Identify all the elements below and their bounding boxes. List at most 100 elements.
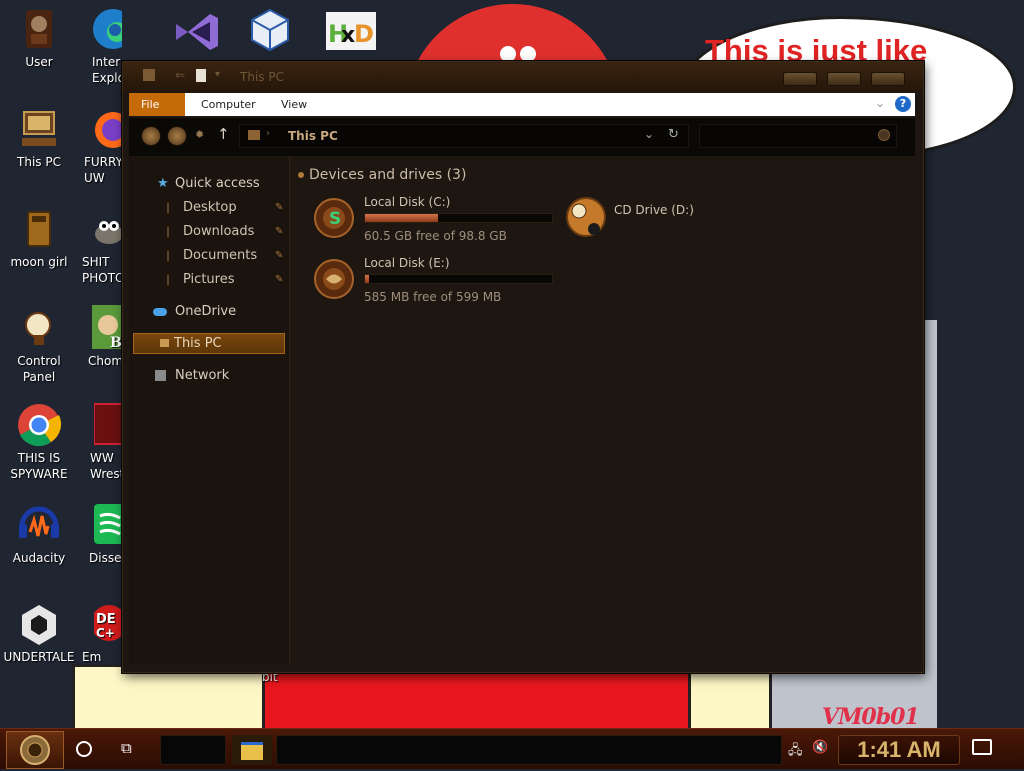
desktop-icon-disser[interactable]: Disser [78, 502, 122, 566]
desktop-icon-undertale[interactable]: UNDERTALE [0, 601, 78, 665]
drive-free-space: 60.5 GB free of 98.8 GB [364, 229, 507, 243]
back-button[interactable] [141, 126, 161, 146]
svg-text:B: B [110, 335, 122, 351]
sidebar-item-this-pc[interactable]: This PC [133, 333, 285, 354]
desktop-icon-this-is-spyware[interactable]: THIS IS SPYWARE [0, 402, 78, 482]
computer-icon [160, 339, 169, 347]
svg-text:DE: DE [96, 612, 116, 627]
sidebar-item-label: OneDrive [175, 304, 237, 319]
up-arrow-icon[interactable]: ↑ [217, 125, 230, 143]
sidebar-item-desktop[interactable]: Desktop ✎ [129, 197, 289, 219]
new-file-icon[interactable] [196, 69, 206, 82]
desktop-icon-shit-photo[interactable]: SHIT PHOTO [78, 206, 122, 286]
pin-icon[interactable]: ✎ [275, 245, 283, 267]
drive-item-e[interactable]: Local Disk (E:) 585 MB free of 599 MB [310, 256, 560, 306]
desktop-icon-moon-girl[interactable]: moon girl [0, 206, 78, 270]
ribbon-bar: File Computer View ⌄ ? [129, 93, 915, 116]
pin-icon[interactable]: ✎ [275, 197, 283, 219]
search-input[interactable] [699, 124, 897, 148]
hxd-editor-icon[interactable]: HxD [326, 12, 376, 50]
taskbar-clock[interactable]: 1:41 AM [838, 735, 960, 765]
user-folder-icon [26, 10, 52, 48]
pin-icon[interactable]: ✎ [275, 221, 283, 243]
computer-icon [22, 111, 56, 146]
sidebar-item-label: Network [175, 368, 230, 383]
task-view-icon[interactable]: ⧉ [121, 739, 132, 757]
tab-file[interactable]: File [129, 93, 185, 116]
action-center-icon[interactable] [972, 739, 992, 755]
desktop-icon-chomik[interactable]: B Chomik [78, 305, 122, 369]
cloud-icon [153, 308, 167, 316]
sidebar-item-network[interactable]: Network [129, 365, 289, 387]
search-icon[interactable] [878, 129, 890, 141]
visual-studio-icon[interactable] [170, 8, 222, 56]
svg-text:D: D [354, 20, 374, 48]
customize-toolbar-icon[interactable]: ▾ [215, 69, 220, 80]
control-panel-icon [25, 312, 51, 345]
sidebar-item-label: Quick access [175, 176, 260, 191]
close-button[interactable] [871, 72, 905, 86]
pin-icon[interactable]: ✎ [275, 269, 283, 291]
folder-icon [27, 211, 51, 247]
recent-locations-icon[interactable]: ✹ [195, 128, 204, 141]
sidebar-item-onedrive[interactable]: OneDrive [129, 301, 289, 323]
minimize-button[interactable] [783, 72, 817, 86]
drive-item-c[interactable]: S Local Disk (C:) 60.5 GB free of 98.8 G… [310, 195, 560, 245]
desktop-icon-label: Audacity [12, 551, 66, 565]
desktop-icon-label: moon girl [10, 255, 68, 269]
file-explorer-window: ⇐ ▾ This PC File Computer View ⌄ ? ✹ ↑ ›… [122, 61, 924, 673]
desktop-icon-label: Em [82, 650, 102, 664]
start-button[interactable] [6, 731, 64, 769]
window-title: This PC [240, 70, 284, 84]
expand-ribbon-chevron-icon[interactable]: ⌄ [875, 96, 885, 110]
desktop-icon-label: WW Wrest [90, 451, 122, 481]
tab-view[interactable]: View [269, 93, 319, 116]
address-dropdown-chevron-icon[interactable]: ⌄ [644, 127, 654, 141]
help-icon[interactable]: ? [895, 96, 911, 112]
spotify-icon [94, 504, 122, 544]
refresh-icon[interactable]: ↻ [668, 127, 679, 142]
wallpaper-eye [520, 46, 536, 62]
desktop-icon-control-panel[interactable]: Control Panel [0, 305, 78, 385]
title-bar[interactable]: ⇐ ▾ This PC [123, 62, 923, 92]
sidebar-item-quick-access[interactable]: ★ Quick access [129, 173, 289, 195]
navigation-bar: ✹ ↑ › This PC ⌄ ↻ [129, 118, 915, 156]
desktop-icon-wrestling[interactable]: WW Wrest [78, 402, 122, 482]
sidebar-item-downloads[interactable]: Downloads ✎ [129, 221, 289, 243]
desktop-icon-internet-explorer[interactable]: Inter Explo [78, 6, 122, 86]
sidebar-item-pictures[interactable]: Pictures ✎ [129, 269, 289, 291]
desktop-icon-audacity[interactable]: Audacity [0, 502, 78, 566]
desktop-icon-label: FURRY UW [84, 155, 122, 185]
sidebar-item-label: Pictures [183, 272, 235, 287]
desktop-icon-this-pc[interactable]: This PC [0, 106, 78, 170]
taskbar-slot[interactable] [160, 735, 226, 765]
desktop-icon-user[interactable]: User [0, 6, 78, 70]
folder-icon [143, 69, 155, 81]
content-pane: Devices and drives (3) S Local Disk (C:)… [290, 157, 915, 665]
address-bar[interactable]: › This PC ⌄ ↻ [239, 124, 689, 148]
sidebar-item-label: Downloads [183, 224, 255, 239]
desktop-icon-furry[interactable]: FURRY UW [78, 106, 122, 186]
desktop-icon-label: This PC [17, 155, 61, 169]
desktop-icon-label: User [25, 55, 53, 69]
sidebar-item-documents[interactable]: Documents ✎ [129, 245, 289, 267]
forward-button[interactable] [167, 126, 187, 146]
wallpaper-eye [500, 46, 516, 62]
network-tray-icon[interactable]: 🖧 [788, 741, 803, 763]
group-header-devices[interactable]: Devices and drives (3) [298, 167, 466, 183]
quick-access-toolbar[interactable]: ⇐ [175, 68, 185, 82]
search-circle-icon[interactable] [76, 741, 92, 757]
taskbar-file-explorer-button[interactable] [232, 735, 272, 765]
volume-muted-icon[interactable]: 🔇 [812, 740, 828, 755]
maximize-button[interactable] [827, 72, 861, 86]
taskbar-slot[interactable] [276, 735, 782, 765]
desktop-icon-em[interactable]: DE C+ Em [78, 601, 122, 665]
svg-text:S: S [329, 209, 341, 229]
gimp-icon [95, 221, 122, 244]
drive-name: CD Drive (D:) [614, 203, 694, 217]
game-shortcut-icon [94, 403, 122, 445]
virtualbox-icon[interactable] [248, 6, 292, 54]
drive-item-d[interactable]: CD Drive (D:) [562, 195, 742, 245]
pictures-folder-icon [167, 275, 169, 285]
tab-computer[interactable]: Computer [189, 93, 268, 116]
